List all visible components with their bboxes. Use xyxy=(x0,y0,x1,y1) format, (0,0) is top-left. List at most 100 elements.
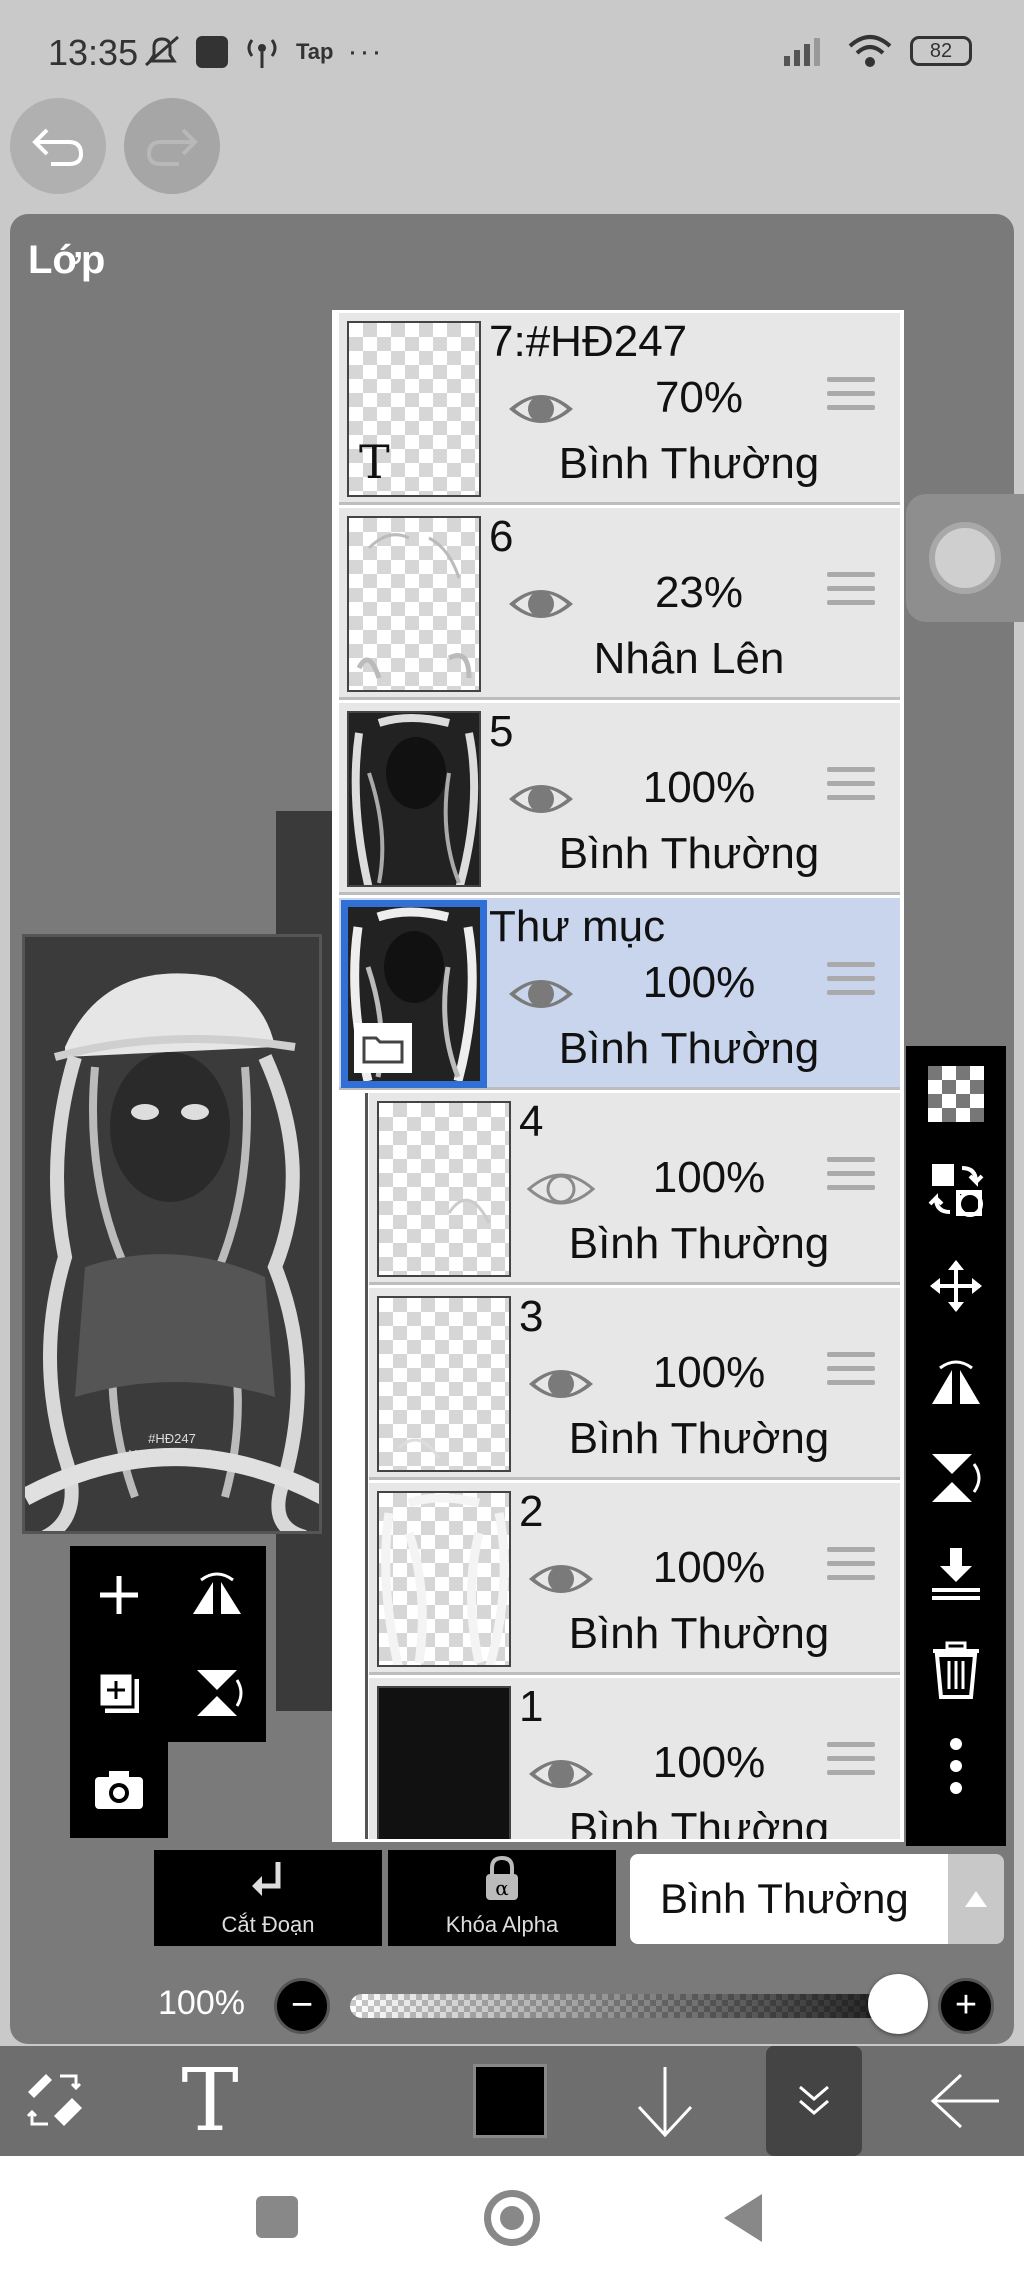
status-tap-label: Tap xyxy=(296,39,334,64)
layer-swap-button[interactable] xyxy=(906,1142,1006,1238)
layer-opacity: 100% xyxy=(652,1348,766,1397)
layer-row[interactable]: 1 100% Bình Thường xyxy=(369,1678,900,1839)
visibility-icon[interactable] xyxy=(525,1348,597,1420)
layer-opacity: 100% xyxy=(652,1738,766,1787)
layer-name: 1 xyxy=(519,1682,544,1731)
visibility-icon[interactable] xyxy=(525,1543,597,1615)
layer-opacity: 100% xyxy=(642,763,756,812)
visibility-icon[interactable] xyxy=(505,568,577,640)
drag-handle-icon[interactable] xyxy=(827,1157,875,1199)
down-arrow-button[interactable] xyxy=(610,2046,720,2156)
drag-handle-icon[interactable] xyxy=(827,1352,875,1394)
move-button[interactable] xyxy=(906,1238,1006,1334)
status-right: 82 xyxy=(782,34,972,68)
layer-thumbnail xyxy=(377,1296,511,1472)
opacity-slider-knob[interactable] xyxy=(868,1974,928,2034)
layer-name: Thư mục xyxy=(489,902,666,951)
layer-thumbnail: T xyxy=(347,321,481,497)
signal-icon xyxy=(784,38,820,66)
back-button[interactable] xyxy=(724,2194,762,2242)
flip-horizontal-icon xyxy=(193,1572,241,1614)
opacity-increase-button[interactable]: + xyxy=(938,1978,994,2034)
drag-handle-icon[interactable] xyxy=(827,377,875,419)
color-swatch-button[interactable] xyxy=(460,2046,560,2156)
layer-row[interactable]: 5 100% Bình Thường xyxy=(339,703,900,895)
back-arrow-icon xyxy=(930,2073,999,2129)
brush-eraser-button[interactable] xyxy=(0,2046,110,2156)
flip-horizontal-icon xyxy=(932,1360,980,1404)
drag-handle-icon[interactable] xyxy=(827,1742,875,1784)
layer-thumbnail xyxy=(377,1101,511,1277)
back-arrow-button[interactable] xyxy=(910,2046,1020,2156)
add-layer-button[interactable] xyxy=(70,1546,168,1644)
collapse-panel-button[interactable] xyxy=(766,2046,862,2156)
folder-tree-line xyxy=(365,1093,368,1839)
layer-row[interactable]: 6 23% Nhân Lên xyxy=(339,508,900,700)
visibility-hidden-icon[interactable] xyxy=(525,1153,597,1225)
more-notifications: ··· xyxy=(347,35,384,68)
system-nav-bar xyxy=(0,2156,1024,2276)
flip-vertical-button[interactable] xyxy=(168,1644,266,1742)
canvas-preview[interactable]: #HĐ247 Huynhminhanh xyxy=(22,934,322,1534)
layer-thumbnail-image xyxy=(381,1493,509,1665)
blend-mode-dropdown-button[interactable] xyxy=(948,1854,1004,1944)
layer-thumbnail xyxy=(377,1491,511,1667)
layer-blend-mode: Bình Thường xyxy=(568,1414,830,1463)
visibility-icon[interactable] xyxy=(505,763,577,835)
visibility-icon[interactable] xyxy=(505,958,577,1030)
undo-icon xyxy=(32,128,84,166)
more-vertical-icon xyxy=(950,1738,962,1794)
merge-down-icon xyxy=(932,1548,980,1600)
layer-row[interactable]: 2 100% Bình Thường xyxy=(369,1483,900,1675)
layer-row[interactable]: 3 100% Bình Thường xyxy=(369,1288,900,1480)
visibility-icon[interactable] xyxy=(525,1738,597,1810)
opacity-slider[interactable] xyxy=(350,1994,910,2018)
undo-button[interactable] xyxy=(10,98,106,194)
layer-row[interactable]: 4 100% Bình Thường xyxy=(369,1093,900,1285)
layer-row[interactable]: T 7:#HĐ247 70% Bình Thường xyxy=(339,313,900,505)
more-options-button[interactable] xyxy=(906,1718,1006,1814)
opacity-decrease-button[interactable]: − xyxy=(274,1978,330,2034)
flip-horizontal-button[interactable] xyxy=(906,1334,1006,1430)
import-photo-button[interactable] xyxy=(70,1742,168,1838)
layer-name: 2 xyxy=(519,1487,544,1536)
duplicate-layer-icon xyxy=(97,1671,139,1713)
duplicate-layer-button[interactable] xyxy=(70,1644,168,1742)
merge-down-button[interactable] xyxy=(906,1526,1006,1622)
layer-list[interactable]: T 7:#HĐ247 70% Bình Thường 6 23% Nhân Lê… xyxy=(332,310,904,1842)
layer-name: 6 xyxy=(489,512,514,561)
delete-layer-button[interactable] xyxy=(906,1622,1006,1718)
transparency-button[interactable] xyxy=(906,1046,1006,1142)
flip-vertical-icon xyxy=(932,1454,981,1502)
app-square-icon xyxy=(196,36,228,68)
trash-icon xyxy=(933,1641,979,1699)
lock-icon: α xyxy=(486,1855,518,1900)
home-icon xyxy=(500,2206,524,2230)
flip-horizontal-button[interactable] xyxy=(168,1546,266,1644)
drag-handle-icon[interactable] xyxy=(827,572,875,614)
flip-vertical-button[interactable] xyxy=(906,1430,1006,1526)
layer-row-folder-selected[interactable]: Thư mục 100% Bình Thường xyxy=(339,898,900,1090)
drag-handle-icon[interactable] xyxy=(827,962,875,1004)
text-tool-button[interactable]: T xyxy=(150,2046,270,2156)
floating-assist-button[interactable] xyxy=(906,494,1024,622)
clipping-label: Cắt Đoạn xyxy=(221,1912,315,1937)
layer-thumbnail xyxy=(341,900,487,1088)
recent-apps-button[interactable] xyxy=(256,2196,298,2238)
status-time: 13:35 xyxy=(48,32,139,73)
alpha-lock-button[interactable]: α Khóa Alpha xyxy=(388,1850,616,1946)
redo-button[interactable] xyxy=(124,98,220,194)
home-button[interactable] xyxy=(484,2190,540,2246)
visibility-icon[interactable] xyxy=(505,373,577,445)
collapse-icon xyxy=(799,2085,829,2115)
triangle-up-icon xyxy=(965,1891,987,1907)
drag-handle-icon[interactable] xyxy=(827,1547,875,1589)
status-bar: 13:35 Tap ··· 82 xyxy=(0,0,1024,100)
flip-vertical-icon xyxy=(197,1670,243,1716)
clipping-button[interactable]: Cắt Đoạn xyxy=(154,1850,382,1946)
svg-text:α: α xyxy=(495,1876,509,1900)
layer-thumbnail-image xyxy=(447,1198,491,1224)
drag-handle-icon[interactable] xyxy=(827,767,875,809)
layer-opacity: 100% xyxy=(652,1543,766,1592)
blend-mode-select[interactable]: Bình Thường xyxy=(630,1854,948,1944)
